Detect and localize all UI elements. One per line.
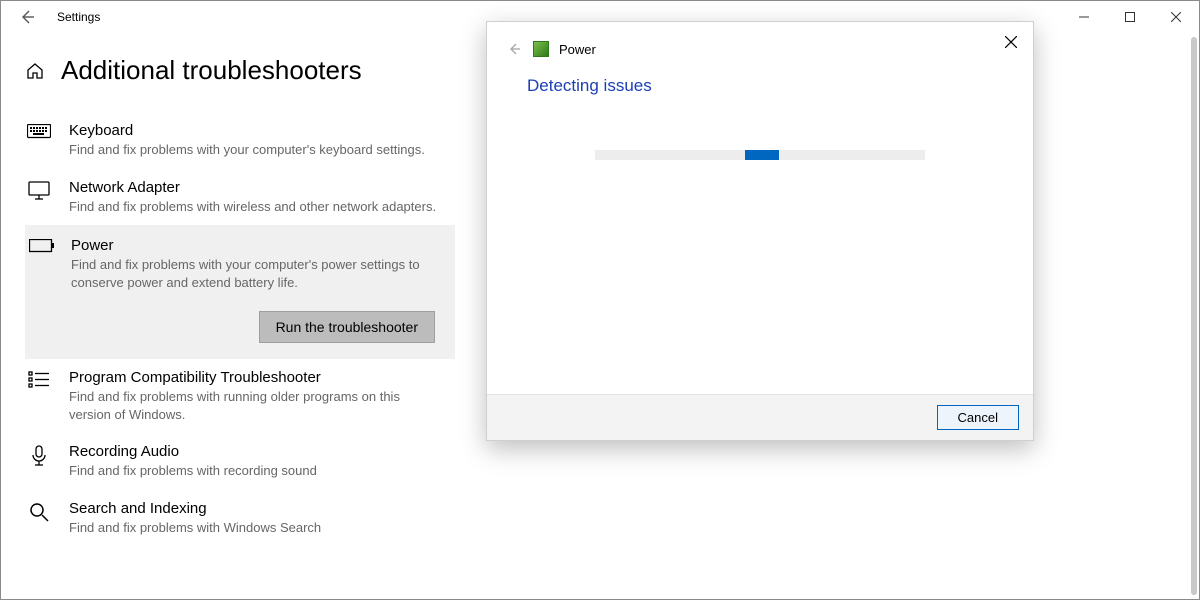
cancel-button[interactable]: Cancel [937, 405, 1019, 430]
troubleshooter-dialog: Power Detecting issues Cancel [486, 21, 1034, 441]
run-troubleshooter-button[interactable]: Run the troubleshooter [259, 311, 435, 343]
item-desc: Find and fix problems with wireless and … [69, 198, 445, 216]
close-icon [1005, 36, 1017, 48]
keyboard-icon [27, 124, 51, 140]
troubleshooter-power[interactable]: Power Find and fix problems with your co… [25, 225, 455, 359]
item-desc: Find and fix problems with running older… [69, 388, 445, 423]
scrollbar[interactable] [1191, 37, 1197, 595]
dialog-footer: Cancel [487, 394, 1033, 440]
progress-chunk [745, 150, 779, 160]
item-desc: Find and fix problems with Windows Searc… [69, 519, 445, 537]
microphone-icon [30, 445, 48, 467]
back-button[interactable] [17, 7, 37, 27]
arrow-left-icon [19, 9, 35, 25]
window-controls [1061, 1, 1199, 33]
dialog-header: Power [487, 22, 1033, 58]
settings-window: Settings Additional troubleshooters Keyb… [0, 0, 1200, 600]
maximize-button[interactable] [1107, 1, 1153, 33]
dialog-status: Detecting issues [527, 76, 993, 96]
item-title: Power [71, 237, 445, 254]
monitor-icon [27, 181, 51, 201]
item-desc: Find and fix problems with your computer… [69, 141, 445, 159]
close-button[interactable] [1153, 1, 1199, 33]
item-title: Network Adapter [69, 179, 445, 196]
troubleshooter-compat[interactable]: Program Compatibility Troubleshooter Fin… [25, 359, 455, 433]
home-icon[interactable] [25, 61, 45, 81]
dialog-body: Detecting issues [487, 58, 1033, 394]
page-title: Additional troubleshooters [61, 55, 362, 86]
battery-icon [29, 239, 55, 253]
item-title: Keyboard [69, 122, 445, 139]
troubleshooter-list: Keyboard Find and fix problems with your… [25, 112, 455, 546]
troubleshooter-keyboard[interactable]: Keyboard Find and fix problems with your… [25, 112, 455, 169]
item-title: Search and Indexing [69, 500, 445, 517]
minimize-icon [1079, 12, 1089, 22]
list-icon [28, 371, 50, 389]
item-title: Recording Audio [69, 443, 445, 460]
troubleshooter-recording[interactable]: Recording Audio Find and fix problems wi… [25, 433, 455, 490]
maximize-icon [1125, 12, 1135, 22]
item-title: Program Compatibility Troubleshooter [69, 369, 445, 386]
arrow-left-icon [507, 42, 521, 56]
search-icon [29, 502, 49, 522]
progress-bar [595, 150, 925, 160]
close-icon [1171, 12, 1181, 22]
dialog-title: Power [559, 42, 596, 57]
window-title: Settings [57, 10, 100, 24]
dialog-back-button[interactable] [505, 40, 523, 58]
dialog-close-button[interactable] [1001, 32, 1021, 52]
minimize-button[interactable] [1061, 1, 1107, 33]
power-icon [533, 41, 549, 57]
item-desc: Find and fix problems with your computer… [71, 256, 445, 291]
item-desc: Find and fix problems with recording sou… [69, 462, 445, 480]
troubleshooter-network[interactable]: Network Adapter Find and fix problems wi… [25, 169, 455, 226]
troubleshooter-search[interactable]: Search and Indexing Find and fix problem… [25, 490, 455, 547]
